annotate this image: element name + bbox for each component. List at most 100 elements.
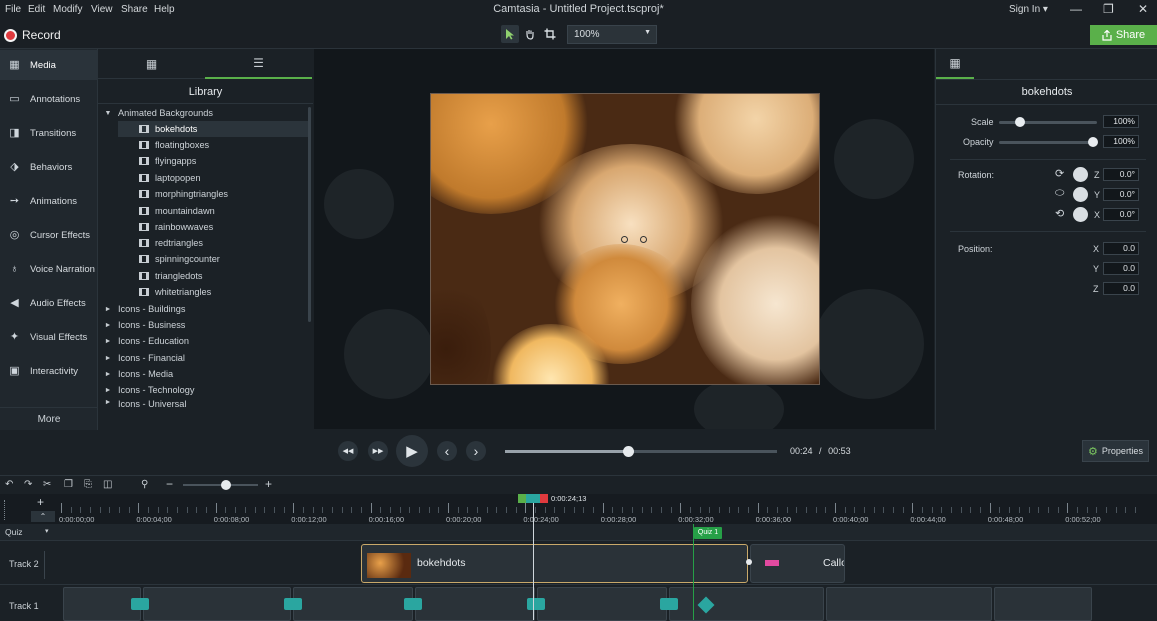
pan-tool-button[interactable] (521, 25, 539, 43)
library-item[interactable]: spinningcounter (139, 251, 220, 267)
select-tool-button[interactable] (501, 25, 519, 43)
transition-marker[interactable] (284, 598, 302, 610)
sidebar-item-media[interactable]: ▦ Media (0, 50, 98, 80)
transition-marker[interactable] (404, 598, 422, 610)
next-clip-button[interactable]: › (466, 441, 486, 461)
zoom-select[interactable]: 100% ▼ (567, 25, 657, 44)
scrubber-knob[interactable] (623, 446, 634, 457)
split-icon[interactable]: ◫ (103, 479, 112, 490)
selection-end-marker[interactable] (539, 494, 548, 503)
rotation-z-field[interactable]: 0.0° (1103, 168, 1139, 181)
folder-icons-business[interactable]: ► Icons - Business (104, 317, 186, 333)
scale-slider[interactable] (999, 121, 1097, 124)
properties-button[interactable]: ⚙ Properties (1082, 440, 1149, 462)
timeline-video-clip[interactable] (994, 587, 1092, 621)
position-y-field[interactable]: 0.0 (1103, 262, 1139, 275)
library-item[interactable]: laptopopen (139, 170, 200, 186)
sidebar-item-animations[interactable]: ➙ Animations (0, 186, 98, 216)
timeline-video-clip[interactable] (415, 587, 535, 621)
library-item[interactable]: rainbowwaves (139, 219, 213, 235)
rotation-handle-icon[interactable] (621, 236, 628, 243)
library-item[interactable]: flyingapps (139, 153, 196, 169)
minimize-icon[interactable]: — (1070, 2, 1082, 16)
timeline-zoom-knob[interactable] (221, 480, 231, 490)
opacity-slider-knob[interactable] (1088, 137, 1098, 147)
library-scrollbar[interactable] (308, 107, 311, 322)
rotation-x-knob[interactable] (1073, 207, 1088, 222)
menu-file[interactable]: File (5, 4, 21, 15)
scale-field[interactable]: 100% (1103, 115, 1139, 128)
menu-share[interactable]: Share (121, 4, 148, 15)
library-item[interactable]: floatingboxes (139, 137, 209, 153)
sign-in-menu[interactable]: Sign In ▾ (1009, 4, 1048, 15)
timeline-clip-callout[interactable]: Callo (750, 544, 845, 583)
add-track-icon[interactable]: + (37, 495, 44, 509)
position-z-field[interactable]: 0.0 (1103, 282, 1139, 295)
step-back-button[interactable]: ◀◀ (338, 441, 358, 461)
tab-visual-properties[interactable]: ▦ (936, 49, 974, 79)
track-controls[interactable] (44, 551, 54, 579)
rotation-z-knob[interactable] (1073, 167, 1088, 182)
share-button[interactable]: Share (1090, 25, 1157, 45)
folder-icons-technology[interactable]: ► Icons - Technology (104, 382, 195, 398)
record-button[interactable]: Record (4, 26, 61, 44)
timeline-video-clip[interactable] (143, 587, 291, 621)
sidebar-item-transitions[interactable]: ◨ Transitions (0, 118, 98, 148)
library-item-bokehdots[interactable]: bokehdots (118, 121, 308, 137)
collapse-tracks-button[interactable]: ⌃ (31, 511, 55, 522)
redo-icon[interactable]: ↷ (24, 479, 32, 490)
folder-animated-backgrounds[interactable]: ▼ Animated Backgrounds (104, 105, 308, 121)
timeline-video-clip[interactable] (826, 587, 992, 621)
folder-icons-universal[interactable]: ► Icons - Universal (104, 399, 187, 408)
timeline-clip-bokehdots[interactable]: bokehdots (361, 544, 748, 583)
step-forward-button[interactable]: ▶▶ (368, 441, 388, 461)
sidebar-item-annotations[interactable]: ▭ Annotations (0, 84, 98, 114)
undo-icon[interactable]: ↶ (5, 479, 13, 490)
library-item[interactable]: morphingtriangles (139, 186, 228, 202)
folder-icons-education[interactable]: ► Icons - Education (104, 333, 189, 349)
crop-tool-button[interactable] (541, 25, 559, 43)
video-preview[interactable] (430, 93, 820, 385)
close-icon[interactable]: ✕ (1138, 2, 1148, 16)
sidebar-item-visual-effects[interactable]: ✦ Visual Effects (0, 322, 98, 352)
library-item[interactable]: mountaindawn (139, 203, 215, 219)
library-item[interactable]: whitetriangles (139, 284, 211, 300)
quiz-marker[interactable]: Quiz 1 (694, 527, 722, 539)
opacity-field[interactable]: 100% (1103, 135, 1139, 148)
sidebar-item-behaviors[interactable]: ⬗ Behaviors (0, 152, 98, 182)
previous-clip-button[interactable]: ‹ (437, 441, 457, 461)
library-item[interactable]: triangledots (139, 268, 203, 284)
timeline-video-clip[interactable] (293, 587, 413, 621)
folder-icons-financial[interactable]: ► Icons - Financial (104, 350, 185, 366)
track-height-slider[interactable] (4, 500, 14, 520)
transition-marker[interactable] (527, 598, 545, 610)
menu-view[interactable]: View (91, 4, 113, 15)
transition-marker[interactable] (660, 598, 678, 610)
sidebar-item-interactivity[interactable]: ▣ Interactivity (0, 356, 98, 386)
scale-slider-knob[interactable] (1015, 117, 1025, 127)
playhead-handle[interactable] (518, 494, 548, 503)
library-item[interactable]: redtriangles (139, 235, 203, 251)
tab-media-bin[interactable]: ▦ (98, 49, 205, 79)
anchor-handle-icon[interactable] (640, 236, 647, 243)
playhead-marker[interactable] (526, 494, 540, 503)
menu-modify[interactable]: Modify (53, 4, 82, 15)
position-x-field[interactable]: 0.0 (1103, 242, 1139, 255)
rotation-y-knob[interactable] (1073, 187, 1088, 202)
folder-icons-media[interactable]: ► Icons - Media (104, 366, 174, 382)
menu-edit[interactable]: Edit (28, 4, 45, 15)
maximize-icon[interactable]: ❐ (1103, 2, 1114, 16)
zoom-out-icon[interactable]: − (166, 477, 173, 491)
rotation-x-field[interactable]: 0.0° (1103, 208, 1139, 221)
transition-handle[interactable] (746, 559, 752, 565)
zoom-in-icon[interactable]: + (265, 477, 272, 491)
sidebar-item-audio-effects[interactable]: ◀ Audio Effects (0, 288, 98, 318)
menu-help[interactable]: Help (154, 4, 175, 15)
timeline-video-clip[interactable] (63, 587, 141, 621)
timeline-ruler[interactable]: + ⌃ 0:00:00;00 0:00:04;00 0:00:08;00 0:00:1… (0, 494, 1157, 524)
folder-icons-buildings[interactable]: ► Icons - Buildings (104, 301, 186, 317)
paste-icon[interactable]: ⎘ (84, 479, 92, 490)
rotation-y-field[interactable]: 0.0° (1103, 188, 1139, 201)
sidebar-item-voice-narration[interactable]: ♁ Voice Narration (0, 254, 98, 284)
copy-icon[interactable]: ❐ (64, 479, 73, 490)
